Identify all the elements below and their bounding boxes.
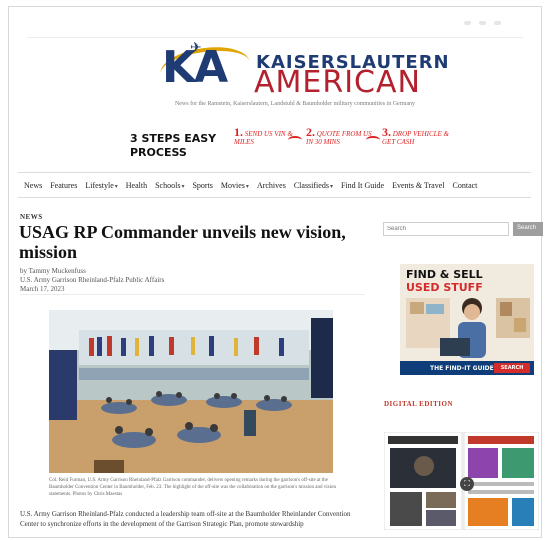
article-org: U.S. Army Garrison Rheinland-Pfalz Publi… — [20, 276, 165, 284]
search-button[interactable]: Search — [513, 222, 543, 236]
nav-item-label: Events & Travel — [392, 180, 445, 190]
article-date: March 17, 2023 — [20, 285, 65, 293]
nav-item-movies[interactable]: Movies▾ — [221, 181, 249, 190]
expand-icon[interactable]: ⛶ — [460, 477, 474, 491]
nav-item-lifestyle[interactable]: Lifestyle▾ — [85, 181, 117, 190]
nav-item-schools[interactable]: Schools▾ — [155, 181, 184, 190]
main-nav: News Features Lifestyle▾ Health Schools▾ Spor… — [18, 172, 531, 198]
sidebar-ad-find-it-guide[interactable]: FIND & SELL USED STUFF THE FIND-IT GUIDE… — [400, 264, 534, 375]
nav-item-find-it-guide[interactable]: Find It Guide — [341, 181, 384, 190]
nav-item-contact[interactable]: Contact — [453, 181, 478, 190]
nav-item-label: Health — [125, 180, 148, 190]
ad-banner-title: 3 STEPS EASY PROCESS — [130, 132, 217, 159]
nav-item-label: Movies — [220, 180, 245, 190]
window-control — [479, 21, 486, 25]
window-control — [464, 21, 471, 25]
ad-step-3: 3. DROP VEHICLE & GET CASH — [382, 125, 450, 146]
article-headline: USAG RP Commander unveils new vision, mi… — [19, 222, 346, 262]
nav-item-label: Lifestyle — [85, 180, 114, 190]
arrow-icon — [366, 136, 380, 144]
nav-item-label: Contact — [452, 180, 478, 190]
logo-letters: KA — [162, 42, 228, 93]
ad-search-now-button[interactable]: SEARCH NOW — [494, 363, 530, 373]
logo-title-bottom: AMERICAN — [254, 65, 421, 100]
site-logo[interactable]: ✈ KA KAISERSLAUTERN AMERICAN — [157, 40, 449, 102]
nav-item-label: News — [24, 180, 43, 190]
nav-item-label: Features — [50, 180, 78, 190]
arrow-icon — [288, 136, 302, 144]
article-photo[interactable] — [49, 310, 333, 473]
article-category[interactable]: NEWS — [20, 213, 43, 221]
nav-item-features[interactable]: Features — [50, 181, 77, 190]
nav-item-label: Sports — [192, 180, 213, 190]
nav-item-health[interactable]: Health — [126, 181, 147, 190]
nav-item-label: Classifieds — [293, 180, 329, 190]
nav-item-events-travel[interactable]: Events & Travel — [392, 181, 444, 190]
site-tagline: News for the Ramstein, Kaiserslautern, L… — [174, 101, 416, 107]
ad-step-1: 1. SEND US VIN & MILES — [234, 125, 293, 146]
divider — [20, 294, 365, 295]
chevron-down-icon: ▾ — [114, 183, 118, 190]
nav-item-label: Find It Guide — [340, 180, 385, 190]
article-body: U.S. Army Garrison Rheinland-Pfalz condu… — [20, 510, 351, 528]
digital-edition-heading: DIGITAL EDITION — [384, 400, 454, 408]
chevron-down-icon: ▾ — [329, 183, 333, 190]
nav-item-label: Archives — [256, 180, 286, 190]
photo-caption: Col. Reid Furman, U.S. Army Garrison Rhe… — [49, 478, 336, 497]
article-author: by Tammy Muckenfuss — [20, 267, 86, 275]
ad-step-2: 2. QUOTE FROM US IN 30 MINS — [306, 125, 372, 146]
ad-banner[interactable]: 3 STEPS EASY PROCESS 1. SEND US VIN & MI… — [130, 126, 450, 168]
nav-item-classifieds[interactable]: Classifieds▾ — [294, 181, 333, 190]
nav-item-sports[interactable]: Sports — [192, 181, 212, 190]
search-input[interactable] — [383, 222, 509, 236]
window-control — [494, 21, 501, 25]
logo-mark: ✈ KA — [157, 40, 253, 100]
nav-item-label: Schools — [155, 180, 181, 190]
top-divider — [27, 37, 523, 38]
ad-illustration — [406, 298, 530, 358]
nav-item-news[interactable]: News — [24, 181, 42, 190]
ad-find-it-logo: THE FIND-IT GUIDE — [430, 365, 494, 372]
chevron-down-icon: ▾ — [245, 183, 249, 190]
nav-item-archives[interactable]: Archives — [257, 181, 286, 190]
chevron-down-icon: ▾ — [181, 183, 185, 190]
convention-hall-photo — [49, 310, 333, 473]
